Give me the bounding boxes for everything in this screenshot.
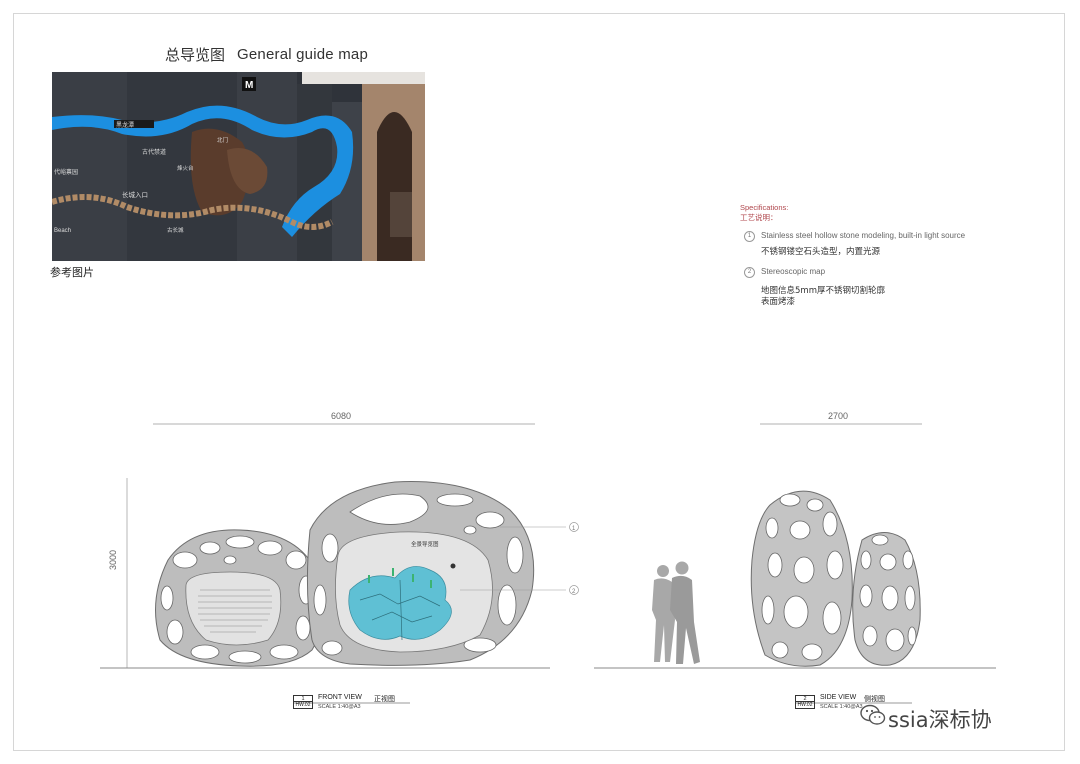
front-view-scale: SCALE 1:40@A3 [318, 704, 361, 710]
side-view-number: 2 [795, 695, 815, 702]
front-view-code: HW.02 [293, 702, 313, 709]
side-view-label: SIDE VIEW [820, 694, 857, 701]
side-view-scale: SCALE 1:40@A3 [820, 704, 863, 710]
side-view-label-cn: 侧视图 [864, 695, 885, 703]
front-right-stone: 全景导览图 [306, 481, 535, 666]
front-view-number: 1 [293, 695, 313, 702]
watermark-text: ssia深标协 [888, 708, 992, 732]
side-small-stone [852, 532, 921, 666]
people-silhouettes [652, 561, 700, 664]
side-large-stone [750, 490, 853, 667]
front-view-label-cn: 正视图 [374, 695, 395, 703]
front-width-dimension: 6080 [331, 411, 352, 421]
wechat-icon [860, 704, 886, 725]
front-view-drawing: 全景导览图 1 2 [100, 423, 996, 704]
front-view-label: FRONT VIEW [318, 694, 362, 701]
front-left-stone [155, 529, 324, 667]
side-view-code: HW.02 [795, 702, 815, 709]
map-panel-title: 全景导览图 [411, 540, 439, 548]
front-height-dimension: 3000 [108, 549, 118, 570]
side-width-dimension: 2700 [828, 411, 849, 421]
